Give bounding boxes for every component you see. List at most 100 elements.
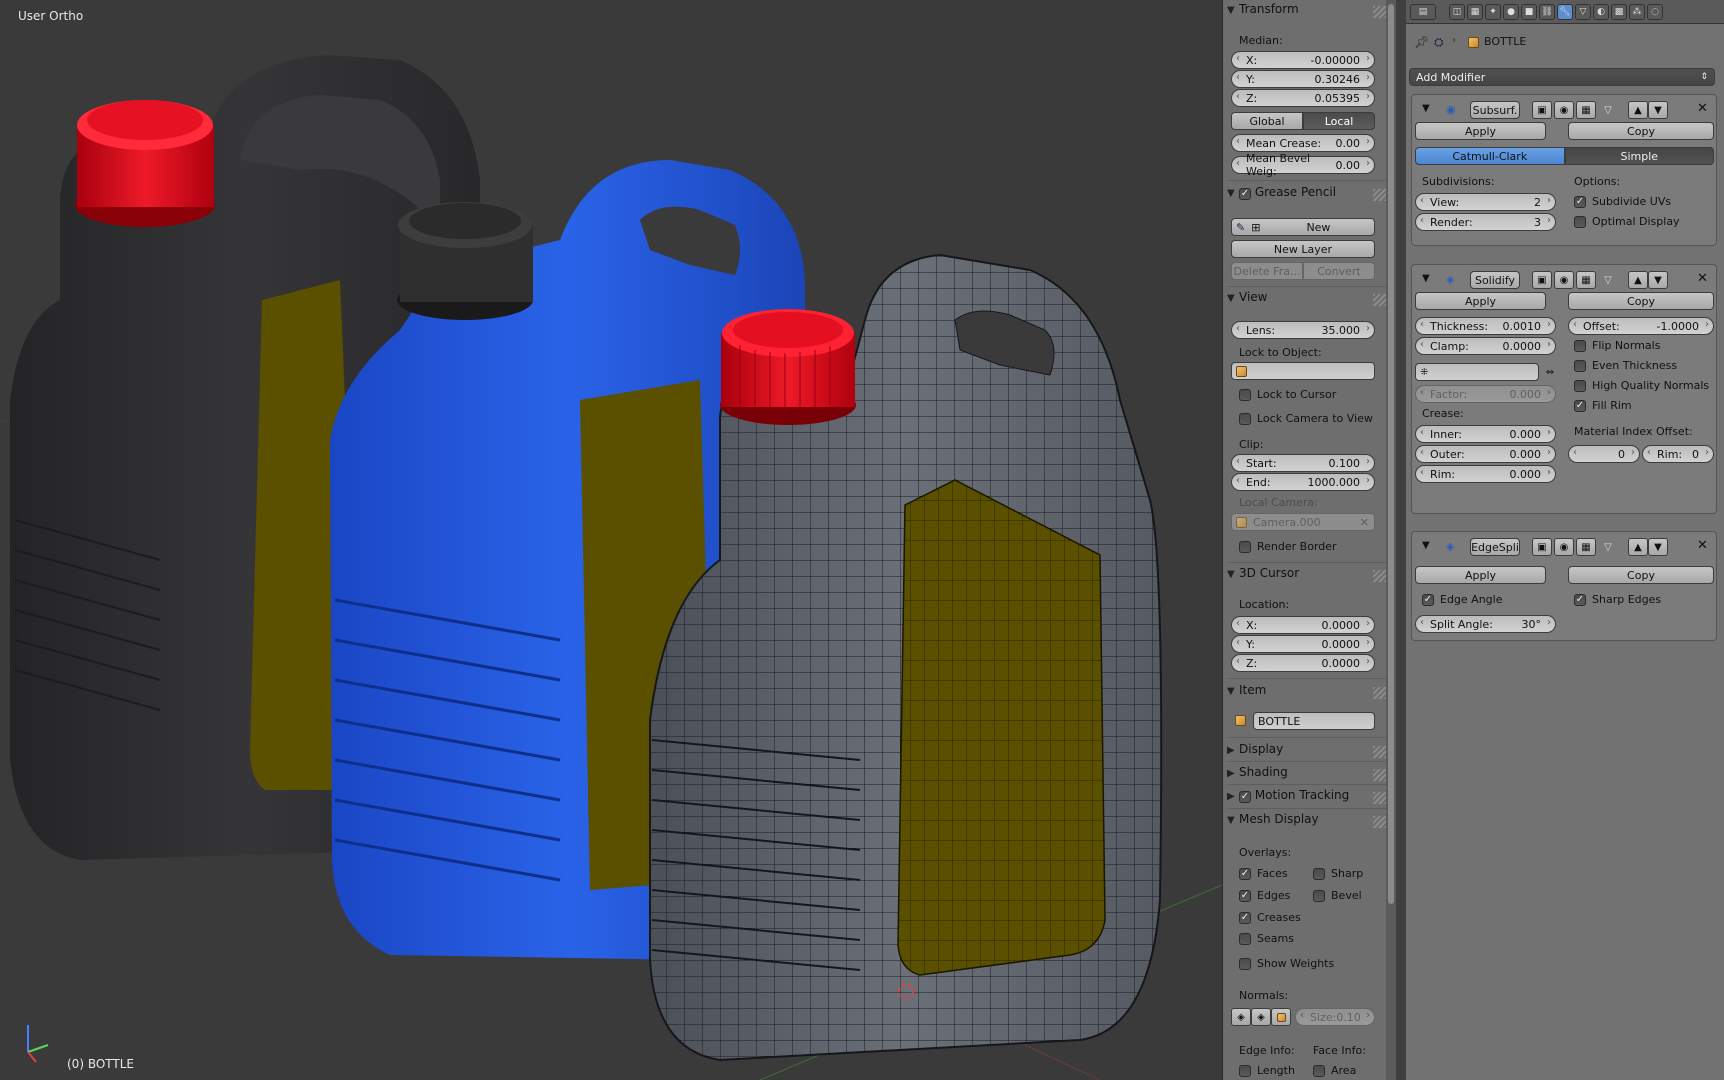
physics-tab-icon[interactable]: ◌: [1647, 4, 1663, 20]
local-camera-field[interactable]: Camera.000 ✕: [1231, 513, 1375, 531]
simple-button[interactable]: Simple: [1564, 147, 1714, 165]
collapse-arrow-icon[interactable]: ▼: [1422, 540, 1430, 551]
local-button[interactable]: Local: [1303, 112, 1375, 130]
mean-bevel-field[interactable]: Mean Bevel Weig:0.00: [1231, 152, 1375, 178]
grip-icon[interactable]: [1373, 6, 1387, 18]
solidify-copy-button[interactable]: Copy: [1568, 292, 1714, 310]
sharp-edges-checkbox[interactable]: ✓ Sharp Edges: [1574, 593, 1661, 606]
texture-tab-icon[interactable]: ▩: [1611, 4, 1627, 20]
sharp-checkbox[interactable]: Sharp: [1313, 867, 1363, 880]
editmode-toggle-icon[interactable]: ▦: [1576, 271, 1596, 289]
clip-end-field[interactable]: End:1000.000: [1231, 473, 1375, 491]
render-toggle-icon[interactable]: ▣: [1532, 101, 1552, 119]
show-weights-checkbox[interactable]: Show Weights: [1239, 957, 1334, 970]
motion-tracking-panel-header[interactable]: ▶ ✓ Motion Tracking: [1227, 788, 1393, 808]
scene-tab-icon[interactable]: ✦: [1485, 4, 1501, 20]
cage-toggle-icon[interactable]: ▽: [1598, 538, 1618, 556]
render-border-checkbox[interactable]: Render Border: [1239, 540, 1337, 553]
seams-checkbox[interactable]: Seams: [1239, 932, 1294, 945]
global-local-toggle[interactable]: Global Local: [1231, 112, 1375, 130]
global-button[interactable]: Global: [1231, 112, 1303, 130]
transform-panel-header[interactable]: ▼ Transform: [1227, 2, 1393, 22]
new-layer-button[interactable]: New Layer: [1231, 240, 1375, 258]
creases-checkbox[interactable]: ✓ Creases: [1239, 911, 1301, 924]
scrollbar-thumb[interactable]: [1388, 4, 1394, 904]
area-checkbox[interactable]: Area: [1313, 1064, 1356, 1077]
subsurf-render-levels-field[interactable]: Render:3: [1415, 213, 1556, 231]
subsurf-view-levels-field[interactable]: View:2: [1415, 193, 1556, 211]
world-tab-icon[interactable]: ●: [1503, 4, 1519, 20]
sidebar-scrollbar[interactable]: [1386, 0, 1396, 1080]
grip-icon[interactable]: [1373, 189, 1387, 201]
length-checkbox[interactable]: Length: [1239, 1064, 1295, 1077]
editor-type-icon[interactable]: ▤: [1410, 4, 1436, 20]
constraints-tab-icon[interactable]: ⛓: [1539, 4, 1555, 20]
area-divider[interactable]: [1396, 0, 1406, 1080]
viewport-toggle-icon[interactable]: ◉: [1554, 271, 1574, 289]
display-panel-header[interactable]: ▶ Display: [1227, 742, 1393, 762]
collapse-arrow-icon[interactable]: ▼: [1422, 103, 1430, 114]
grip-icon[interactable]: [1373, 816, 1387, 828]
catmull-clark-button[interactable]: Catmull-Clark: [1415, 147, 1565, 165]
move-up-icon[interactable]: ▲: [1628, 271, 1648, 289]
collapse-arrow-icon[interactable]: ▼: [1422, 273, 1430, 284]
grease-pencil-checkbox[interactable]: ✓: [1239, 188, 1251, 200]
bevel-checkbox[interactable]: Bevel: [1313, 889, 1362, 902]
clear-x-icon[interactable]: ✕: [1360, 516, 1369, 529]
lock-camera-to-view-checkbox[interactable]: Lock Camera to View: [1239, 412, 1373, 425]
median-x-field[interactable]: X:-0.00000: [1231, 51, 1375, 69]
solidify-apply-button[interactable]: Apply: [1415, 292, 1546, 310]
mean-crease-field[interactable]: Mean Crease:0.00: [1231, 134, 1375, 152]
clamp-field[interactable]: Clamp:0.0000: [1415, 337, 1556, 355]
edgesplit-apply-button[interactable]: Apply: [1415, 566, 1546, 584]
median-y-field[interactable]: Y:0.30246: [1231, 70, 1375, 88]
material-tab-icon[interactable]: ◐: [1593, 4, 1609, 20]
bottle-wireframe[interactable]: [649, 253, 1163, 1062]
solidify-name-field[interactable]: Solidify: [1470, 271, 1520, 289]
view-panel-header[interactable]: ▼ View: [1227, 290, 1393, 310]
lock-object-field[interactable]: [1231, 362, 1375, 380]
invert-vertex-group-icon[interactable]: ⇔: [1540, 363, 1560, 381]
split-angle-field[interactable]: Split Angle:30°: [1415, 615, 1556, 633]
mesh-display-panel-header[interactable]: ▼ Mesh Display: [1227, 812, 1393, 832]
grip-icon[interactable]: [1373, 769, 1387, 781]
cursor-x-field[interactable]: X:0.0000: [1231, 616, 1375, 634]
move-down-icon[interactable]: ▼: [1648, 271, 1668, 289]
grip-icon[interactable]: [1373, 294, 1387, 306]
flip-normals-checkbox[interactable]: Flip Normals: [1574, 339, 1660, 352]
viewport-toggle-icon[interactable]: ◉: [1554, 101, 1574, 119]
lock-to-cursor-checkbox[interactable]: Lock to Cursor: [1239, 388, 1336, 401]
cage-toggle-icon[interactable]: ▽: [1598, 271, 1618, 289]
lens-field[interactable]: Lens:35.000: [1231, 321, 1375, 339]
factor-field[interactable]: Factor:0.000: [1415, 385, 1556, 403]
render-tab-icon[interactable]: ◫: [1449, 4, 1465, 20]
pin-icon[interactable]: 📌︎: [1414, 35, 1429, 49]
material-rim-field[interactable]: Rim:0: [1642, 445, 1714, 463]
3d-cursor-panel-header[interactable]: ▼ 3D Cursor: [1227, 566, 1393, 586]
modifiers-tab-icon[interactable]: 🔧︎: [1557, 4, 1573, 20]
editmode-toggle-icon[interactable]: ▦: [1576, 538, 1596, 556]
normals-size-field[interactable]: Size:0.10: [1295, 1008, 1375, 1026]
shading-panel-header[interactable]: ▶ Shading: [1227, 765, 1393, 785]
split-normals-icon[interactable]: ◈: [1251, 1008, 1271, 1026]
grease-pencil-panel-header[interactable]: ▼ ✓ Grease Pencil: [1227, 185, 1393, 205]
grease-pencil-new-button[interactable]: ✎ ⊞ New: [1231, 218, 1375, 236]
cursor-z-field[interactable]: Z:0.0000: [1231, 654, 1375, 672]
move-up-icon[interactable]: ▲: [1628, 538, 1648, 556]
high-quality-normals-checkbox[interactable]: High Quality Normals: [1574, 379, 1709, 392]
optimal-display-checkbox[interactable]: Optimal Display: [1574, 215, 1680, 228]
subsurf-copy-button[interactable]: Copy: [1568, 122, 1714, 140]
faces-checkbox[interactable]: ✓ Faces: [1239, 867, 1288, 880]
render-toggle-icon[interactable]: ▣: [1532, 271, 1552, 289]
subsurf-name-field[interactable]: Subsurf.: [1470, 101, 1520, 119]
move-down-icon[interactable]: ▼: [1648, 538, 1668, 556]
grip-icon[interactable]: [1373, 746, 1387, 758]
render-toggle-icon[interactable]: ▣: [1532, 538, 1552, 556]
object-tab-icon[interactable]: ■: [1521, 4, 1537, 20]
crease-inner-field[interactable]: Inner:0.000: [1415, 425, 1556, 443]
grip-icon[interactable]: [1373, 687, 1387, 699]
thickness-field[interactable]: Thickness:0.0010: [1415, 317, 1556, 335]
edges-checkbox[interactable]: ✓ Edges: [1239, 889, 1290, 902]
crease-rim-field[interactable]: Rim:0.000: [1415, 465, 1556, 483]
face-normals-icon[interactable]: [1271, 1008, 1291, 1026]
